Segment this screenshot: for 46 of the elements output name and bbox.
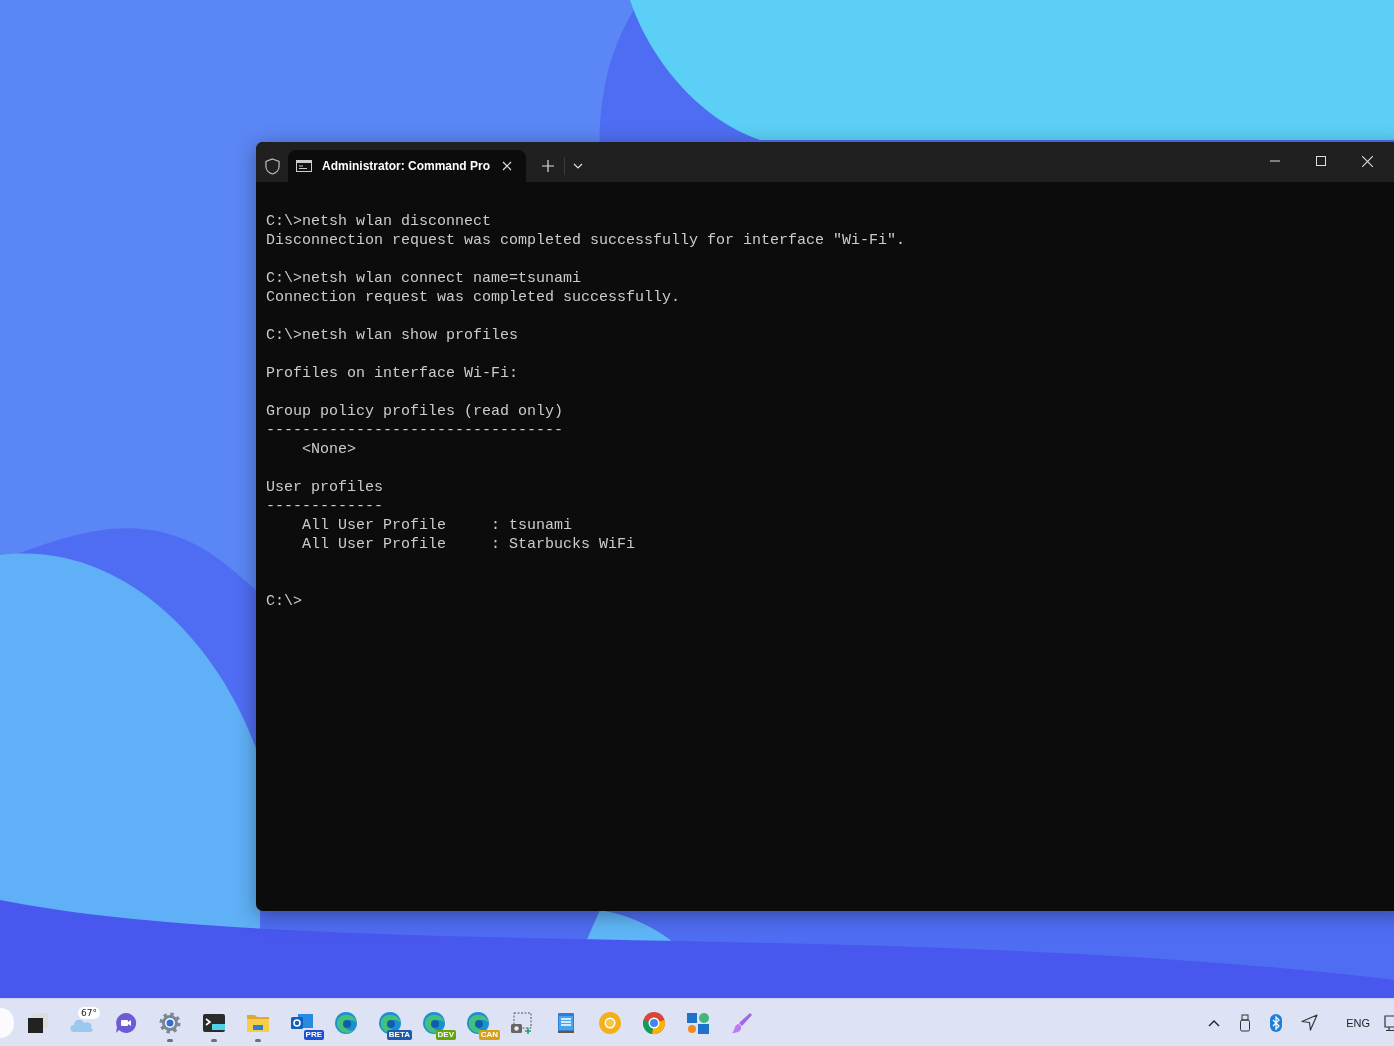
console-line: All User Profile : Starbucks WiFi xyxy=(301,535,636,554)
monitor-icon[interactable] xyxy=(1384,1013,1394,1032)
browser-icon xyxy=(334,1010,358,1035)
paintbrush-icon xyxy=(730,1010,754,1035)
taskbar-app[interactable]: 67° xyxy=(62,1002,102,1043)
app-badge: DEV xyxy=(435,1029,456,1040)
terminal-tab[interactable]: Administrator: Command Pro xyxy=(288,150,526,182)
app-badge: CAN xyxy=(478,1029,500,1040)
location-arrow-icon[interactable] xyxy=(1301,1014,1319,1031)
dropdown-icon[interactable] xyxy=(573,163,583,169)
console-line: --------------------------------- xyxy=(266,421,564,440)
task-view-icon xyxy=(26,1010,50,1035)
app-store-icon xyxy=(686,1010,710,1035)
console-line: C:\>netsh wlan connect name=tsunami xyxy=(266,269,582,288)
app-badge: BETA xyxy=(386,1029,412,1040)
chevron-up-icon[interactable] xyxy=(1208,1018,1221,1027)
shield-icon xyxy=(265,157,280,175)
tab-title: Administrator: Command Pro xyxy=(322,159,491,173)
maximize-icon[interactable] xyxy=(1316,156,1326,166)
gear-icon xyxy=(158,1010,182,1035)
console-line: C:\>netsh wlan show profiles xyxy=(266,326,519,345)
console-line: All User Profile : tsunami xyxy=(301,516,573,535)
bluetooth-icon[interactable] xyxy=(1270,1013,1283,1032)
console-line: Disconnection request was completed successfully for interface "Wi-Fi". xyxy=(266,231,906,250)
screenshot-icon xyxy=(510,1010,534,1035)
close-icon[interactable] xyxy=(1362,155,1373,167)
video-chat-icon xyxy=(114,1010,138,1035)
console-line: C:\>netsh wlan disconnect xyxy=(266,212,492,231)
close-tab-icon[interactable] xyxy=(502,161,512,171)
language-indicator[interactable]: ENG xyxy=(1346,1016,1370,1029)
console-line: Group policy profiles (read only) xyxy=(266,402,564,421)
new-tab-icon[interactable] xyxy=(542,160,554,172)
usb-drive-icon[interactable] xyxy=(1239,1013,1252,1032)
console-line: ------------- xyxy=(266,497,384,516)
browser-icon xyxy=(642,1010,666,1035)
command-prompt-icon xyxy=(296,160,312,172)
console-line: User profiles xyxy=(266,478,384,497)
taskbar-app[interactable]: PRE xyxy=(282,1002,322,1043)
app-badge: PRE xyxy=(303,1029,324,1040)
console-line: Connection request was completed successfully. xyxy=(266,288,681,307)
console-line: <None> xyxy=(301,440,356,459)
taskbar-app[interactable]: BETA xyxy=(370,1002,410,1043)
console-line: Profiles on interface Wi-Fi: xyxy=(266,364,519,383)
command-prompt: C:\> xyxy=(266,592,302,611)
temperature-badge: 67° xyxy=(78,1006,100,1019)
browser-icon xyxy=(598,1010,622,1035)
